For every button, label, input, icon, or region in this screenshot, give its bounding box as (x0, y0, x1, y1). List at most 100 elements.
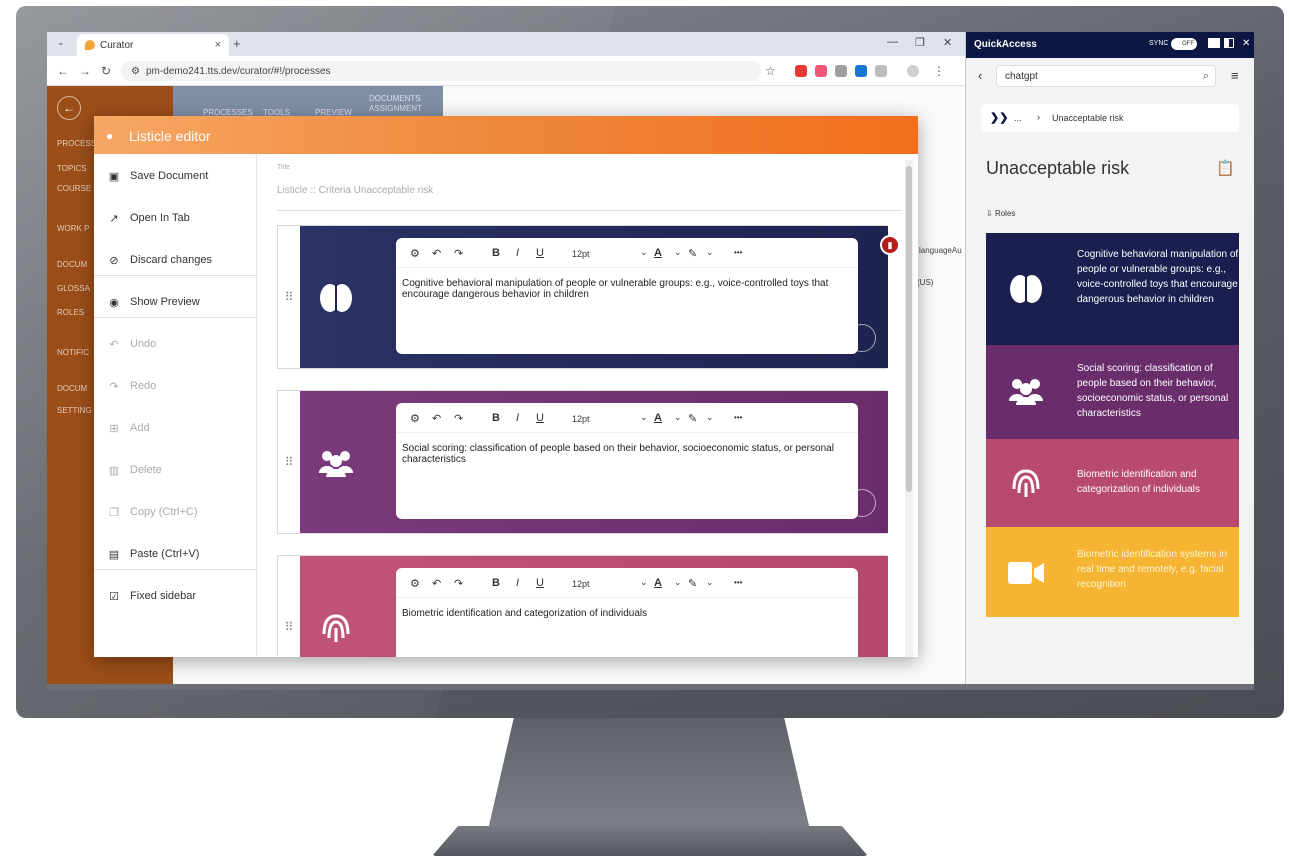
clipboard-icon[interactable]: 📋 (1216, 159, 1235, 177)
chevron-down-icon[interactable]: ⌄ (674, 247, 682, 258)
breadcrumb-current[interactable]: Unacceptable risk (1052, 113, 1124, 123)
app-back-icon[interactable]: ← (57, 96, 81, 120)
save-document-button[interactable]: ▣ Save Document (108, 166, 208, 186)
more-options-button[interactable]: ••• (734, 578, 742, 587)
app-nav-item[interactable]: PROCESS (57, 139, 96, 148)
window-close-icon[interactable]: ✕ (943, 36, 952, 49)
font-size-select[interactable]: 12pt (572, 579, 590, 589)
delete-button[interactable]: ▥ Delete (108, 460, 162, 480)
app-nav-item[interactable]: COURSE (57, 184, 91, 193)
split-view-icon[interactable] (1224, 38, 1234, 48)
card-text[interactable]: Biometric identification and categorizat… (402, 608, 850, 619)
bold-button[interactable]: B (492, 247, 500, 259)
chevron-down-icon[interactable]: ⌄ (706, 247, 714, 258)
show-preview-button[interactable]: ◉ Show Preview (108, 292, 200, 312)
new-tab-icon[interactable]: + (233, 36, 241, 51)
discard-changes-button[interactable]: ⊘ Discard changes (108, 250, 212, 270)
chevron-down-icon[interactable]: ⌄ (640, 577, 648, 588)
minimize-icon[interactable]: — (887, 36, 898, 48)
browser-menu-icon[interactable]: ⋮ (933, 64, 945, 78)
app-nav-item[interactable]: DOCUM (57, 384, 87, 393)
card-text[interactable]: Cognitive behavioral manipulation of peo… (402, 278, 850, 300)
rich-text-editor[interactable]: ⚙ ↶ ↷ B I U 12pt ⌄ A ⌄ (396, 238, 858, 354)
quickaccess-search-input[interactable]: chatgpt ⌕ (996, 65, 1216, 87)
more-options-button[interactable]: ••• (734, 248, 742, 257)
reload-icon[interactable]: ↻ (101, 64, 111, 78)
profile-avatar-icon[interactable] (907, 65, 919, 77)
panel-close-icon[interactable]: ✕ (1242, 38, 1250, 49)
redo-button[interactable]: ↷ Redo (108, 376, 156, 396)
font-size-select[interactable]: 12pt (572, 249, 590, 259)
app-nav-item[interactable]: WORK P (57, 224, 89, 233)
app-nav-item[interactable]: SETTING (57, 406, 92, 415)
undo-icon[interactable]: ↶ (432, 247, 441, 260)
extension-blue-icon[interactable] (855, 65, 867, 77)
bookmark-star-icon[interactable]: ☆ (765, 64, 776, 78)
ai-assist-icon[interactable]: ⚙ (410, 412, 420, 425)
tab-close-icon[interactable]: × (215, 39, 221, 51)
fixed-sidebar-checkbox[interactable]: ☑ Fixed sidebar (108, 586, 196, 606)
open-in-tab-button[interactable]: ↗ Open In Tab (108, 208, 189, 228)
sync-toggle[interactable]: OFF (1171, 38, 1197, 50)
font-size-select[interactable]: 12pt (572, 414, 590, 424)
chevron-down-icon[interactable]: ⌄ (706, 412, 714, 423)
underline-button[interactable]: U (536, 412, 544, 424)
extension-red-icon[interactable] (795, 65, 807, 77)
ai-assist-icon[interactable]: ⚙ (410, 577, 420, 590)
risk-block-cognitive[interactable]: Cognitive behavioral manipulation of peo… (986, 233, 1239, 345)
app-nav-item[interactable]: TOPICS (57, 164, 87, 173)
undo-icon[interactable]: ↶ (432, 412, 441, 425)
search-icon[interactable]: ⌕ (1203, 70, 1209, 83)
breadcrumb-ellipsis[interactable]: ... (1014, 113, 1022, 123)
text-color-icon[interactable]: A (654, 577, 662, 589)
italic-button[interactable]: I (516, 247, 519, 259)
scrollbar-thumb[interactable] (906, 166, 912, 492)
restore-icon[interactable]: ❐ (915, 36, 925, 49)
paste-button[interactable]: ▤ Paste (Ctrl+V) (108, 544, 200, 564)
redo-icon[interactable]: ↷ (454, 412, 463, 425)
bold-button[interactable]: B (492, 577, 500, 589)
tab-documents-assignment[interactable]: DOCUMENTS ASSIGNMENT (369, 94, 439, 114)
text-color-icon[interactable]: A (654, 412, 662, 424)
italic-button[interactable]: I (516, 577, 519, 589)
site-info-icon[interactable]: ⚙ (131, 66, 140, 77)
app-nav-item[interactable]: NOTIFIC (57, 348, 89, 357)
drag-handle-icon[interactable]: ⠿ (278, 391, 300, 533)
copy-button[interactable]: ❐ Copy (Ctrl+C) (108, 502, 197, 522)
bold-button[interactable]: B (492, 412, 500, 424)
underline-button[interactable]: U (536, 247, 544, 259)
risk-block-realtime-biometric[interactable]: Biometric identification systems in real… (986, 527, 1239, 617)
chevron-down-icon[interactable]: ⌄ (706, 577, 714, 588)
chevron-down-icon[interactable]: ⌄ (674, 577, 682, 588)
drag-handle-icon[interactable]: ⠿ (278, 556, 300, 657)
pocket-icon[interactable] (815, 65, 827, 77)
url-field[interactable]: ⚙ pm-demo241.tts.dev/curator/#!/processe… (121, 61, 761, 81)
undo-button[interactable]: ↶ Undo (108, 334, 156, 354)
delete-card-icon[interactable]: ▮ (880, 235, 900, 255)
title-field-input[interactable]: Listicle :: Criteria Unacceptable risk (277, 185, 433, 196)
italic-button[interactable]: I (516, 412, 519, 424)
app-nav-item[interactable]: GLOSSA (57, 284, 90, 293)
rich-text-editor[interactable]: ⚙ ↶ ↷ B I U 12pt ⌄ A ⌄ (396, 568, 858, 657)
home-chevrons-icon[interactable]: ❯❯ (990, 111, 1008, 124)
image-placeholder-circle[interactable] (848, 324, 876, 352)
undo-icon[interactable]: ↶ (432, 577, 441, 590)
roles-link[interactable]: ⇩ Roles (986, 209, 1015, 218)
redo-icon[interactable]: ↷ (454, 577, 463, 590)
card-text[interactable]: Social scoring: classification of people… (402, 443, 850, 465)
forward-icon[interactable]: → (79, 64, 91, 78)
app-nav-item[interactable]: DOCUM (57, 260, 87, 269)
chevron-down-icon[interactable]: ⌄ (640, 247, 648, 258)
image-placeholder-circle[interactable] (848, 489, 876, 517)
risk-block-biometric[interactable]: Biometric identification and categorizat… (986, 439, 1239, 527)
chevron-down-icon[interactable]: ⌄ (640, 412, 648, 423)
drag-handle-icon[interactable]: ⠿ (278, 226, 300, 368)
back-chevron-icon[interactable]: ‹ (978, 68, 982, 83)
extensions-puzzle-icon[interactable] (875, 65, 887, 77)
camera-extension-icon[interactable] (835, 65, 847, 77)
redo-icon[interactable]: ↷ (454, 247, 463, 260)
rich-text-editor[interactable]: ⚙ ↶ ↷ B I U 12pt ⌄ A ⌄ (396, 403, 858, 519)
more-options-button[interactable]: ••• (734, 413, 742, 422)
text-color-icon[interactable]: A (654, 247, 662, 259)
ai-assist-icon[interactable]: ⚙ (410, 247, 420, 260)
